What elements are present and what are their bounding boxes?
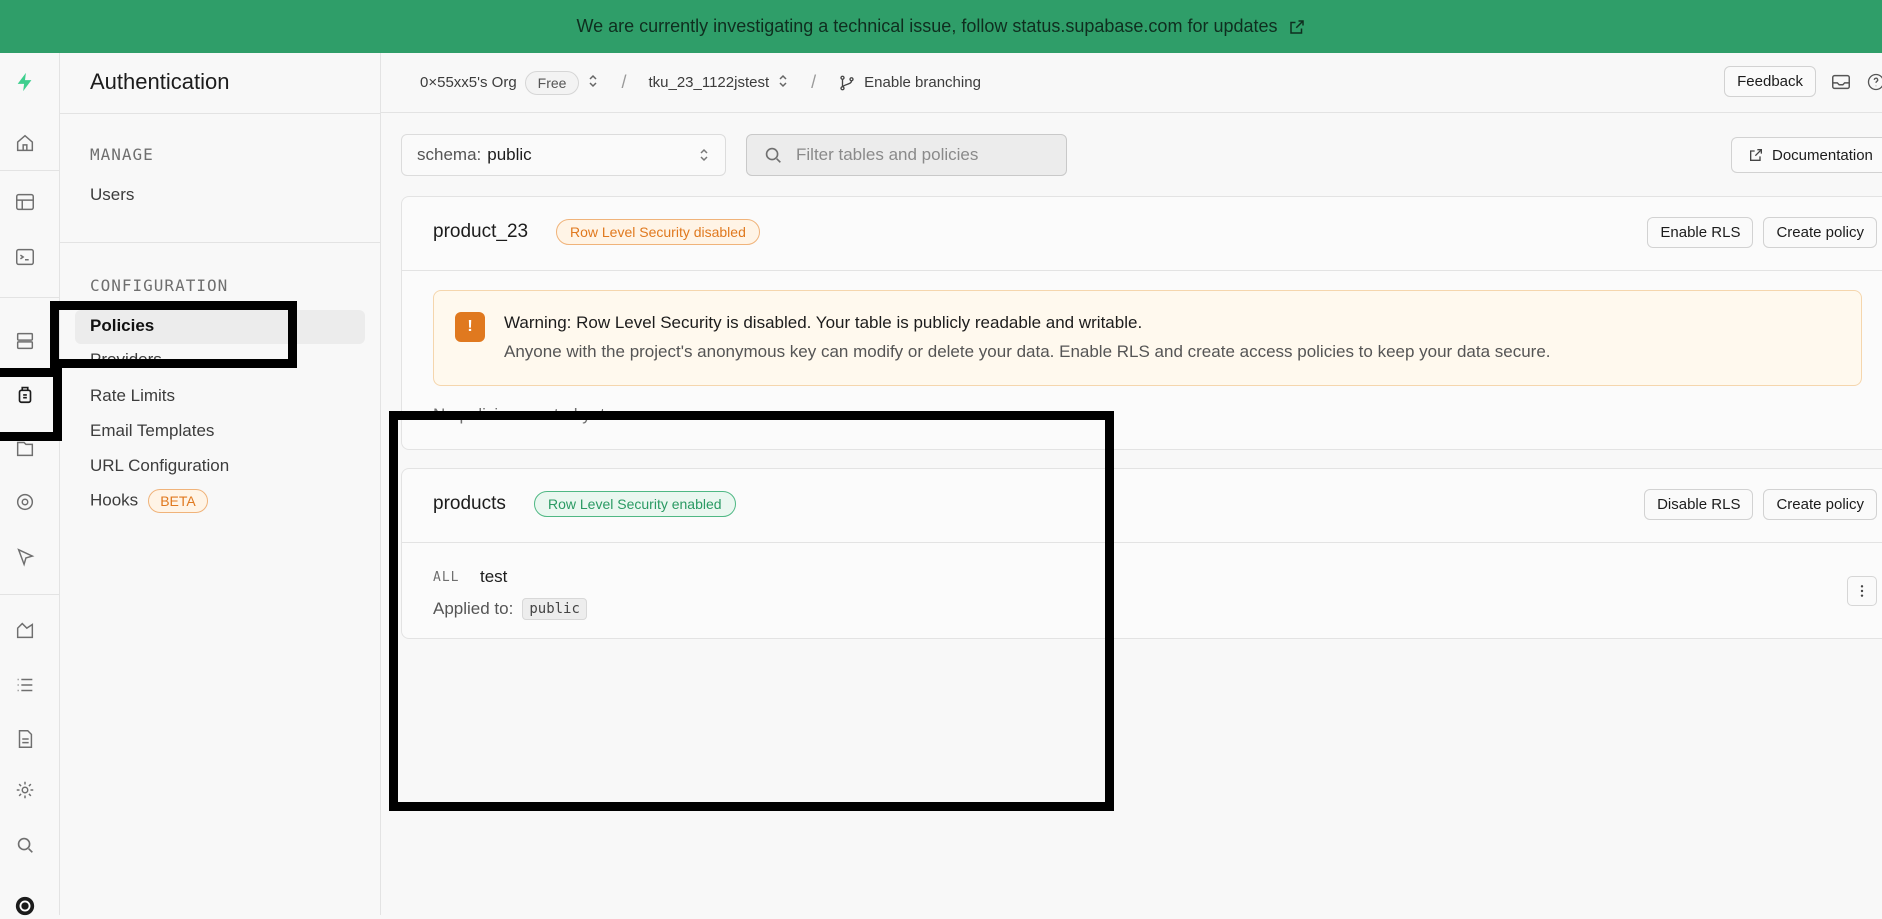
home-icon[interactable] (12, 130, 38, 156)
table-name: product_23 (433, 221, 528, 243)
plan-badge: Free (525, 71, 580, 95)
nav-item-url-configuration[interactable]: URL Configuration (90, 456, 229, 476)
nav-item-hooks[interactable]: Hooks BETA (90, 489, 208, 513)
documentation-label: Documentation (1772, 147, 1873, 164)
project-selector[interactable]: tku_23_1122jstest (648, 73, 789, 93)
filter-search-input[interactable]: Filter tables and policies (746, 134, 1067, 176)
git-branch-icon (838, 74, 856, 92)
sql-editor-icon[interactable] (12, 244, 38, 270)
more-options-icon[interactable] (1847, 576, 1877, 606)
panel-title: Authentication (90, 69, 229, 95)
auth-side-panel: Authentication MANAGE Users CONFIGURATIO… (60, 53, 381, 915)
beta-badge: BETA (148, 489, 208, 513)
status-banner[interactable]: We are currently investigating a technic… (0, 0, 1882, 53)
api-docs-icon[interactable] (12, 726, 38, 752)
annotation-box (389, 411, 1114, 811)
enable-rls-button[interactable]: Enable RLS (1647, 217, 1753, 248)
disable-rls-button[interactable]: Disable RLS (1644, 489, 1753, 520)
table-editor-icon[interactable] (12, 189, 38, 215)
top-bar: 0×55xx5's Org Free / tku_23_1122jstest /… (381, 53, 1882, 113)
nav-item-users[interactable]: Users (90, 185, 134, 205)
schema-selector[interactable]: schema: public (401, 134, 726, 176)
create-policy-button[interactable]: Create policy (1763, 489, 1877, 520)
chevron-updown-icon (698, 147, 710, 168)
annotation-box (0, 368, 62, 441)
schema-value: public (487, 145, 531, 165)
org-selector[interactable]: 0×55xx5's Org Free (420, 71, 599, 95)
schema-label: schema: (417, 145, 481, 165)
reports-icon[interactable] (12, 617, 38, 643)
supabase-logo-icon[interactable] (12, 69, 38, 95)
documentation-button[interactable]: Documentation (1731, 137, 1882, 173)
search-icon (762, 144, 784, 166)
section-heading-manage: MANAGE (90, 145, 154, 164)
enable-branching-label: Enable branching (864, 74, 981, 91)
nav-item-hooks-label: Hooks (90, 490, 138, 509)
card-header: product_23 Row Level Security disabled E… (402, 197, 1882, 271)
breadcrumb-separator: / (811, 72, 816, 93)
database-icon[interactable] (12, 328, 38, 354)
logs-icon[interactable] (12, 672, 38, 698)
rls-disabled-badge: Row Level Security disabled (556, 219, 760, 245)
org-name: 0×55xx5's Org (420, 74, 517, 91)
icon-rail (0, 53, 60, 915)
rls-warning-alert: ! Warning: Row Level Security is disable… (433, 290, 1862, 386)
user-avatar-icon[interactable] (12, 893, 38, 919)
edge-functions-icon[interactable] (12, 489, 38, 515)
nav-item-email-templates[interactable]: Email Templates (90, 421, 214, 441)
breadcrumb-separator: / (621, 72, 626, 93)
search-icon[interactable] (12, 832, 38, 858)
external-link-icon (1748, 147, 1764, 163)
realtime-icon[interactable] (12, 544, 38, 570)
feedback-button[interactable]: Feedback (1724, 66, 1816, 97)
settings-icon[interactable] (12, 777, 38, 803)
filter-placeholder: Filter tables and policies (796, 145, 978, 165)
inbox-icon[interactable] (1830, 71, 1852, 93)
create-policy-button[interactable]: Create policy (1763, 217, 1877, 248)
nav-item-rate-limits[interactable]: Rate Limits (90, 386, 175, 406)
project-name: tku_23_1122jstest (648, 74, 769, 91)
help-icon[interactable] (1866, 72, 1882, 92)
external-link-icon (1288, 18, 1306, 36)
chevron-updown-icon (777, 73, 789, 93)
section-heading-configuration: CONFIGURATION (90, 276, 228, 295)
chevron-updown-icon (587, 73, 599, 93)
warning-body: Anyone with the project's anonymous key … (504, 342, 1551, 362)
warning-title: Warning: Row Level Security is disabled.… (504, 313, 1142, 333)
warning-icon: ! (455, 312, 485, 342)
enable-branching-button[interactable]: Enable branching (838, 74, 981, 92)
annotation-box (50, 301, 297, 368)
banner-text: We are currently investigating a technic… (576, 16, 1277, 37)
